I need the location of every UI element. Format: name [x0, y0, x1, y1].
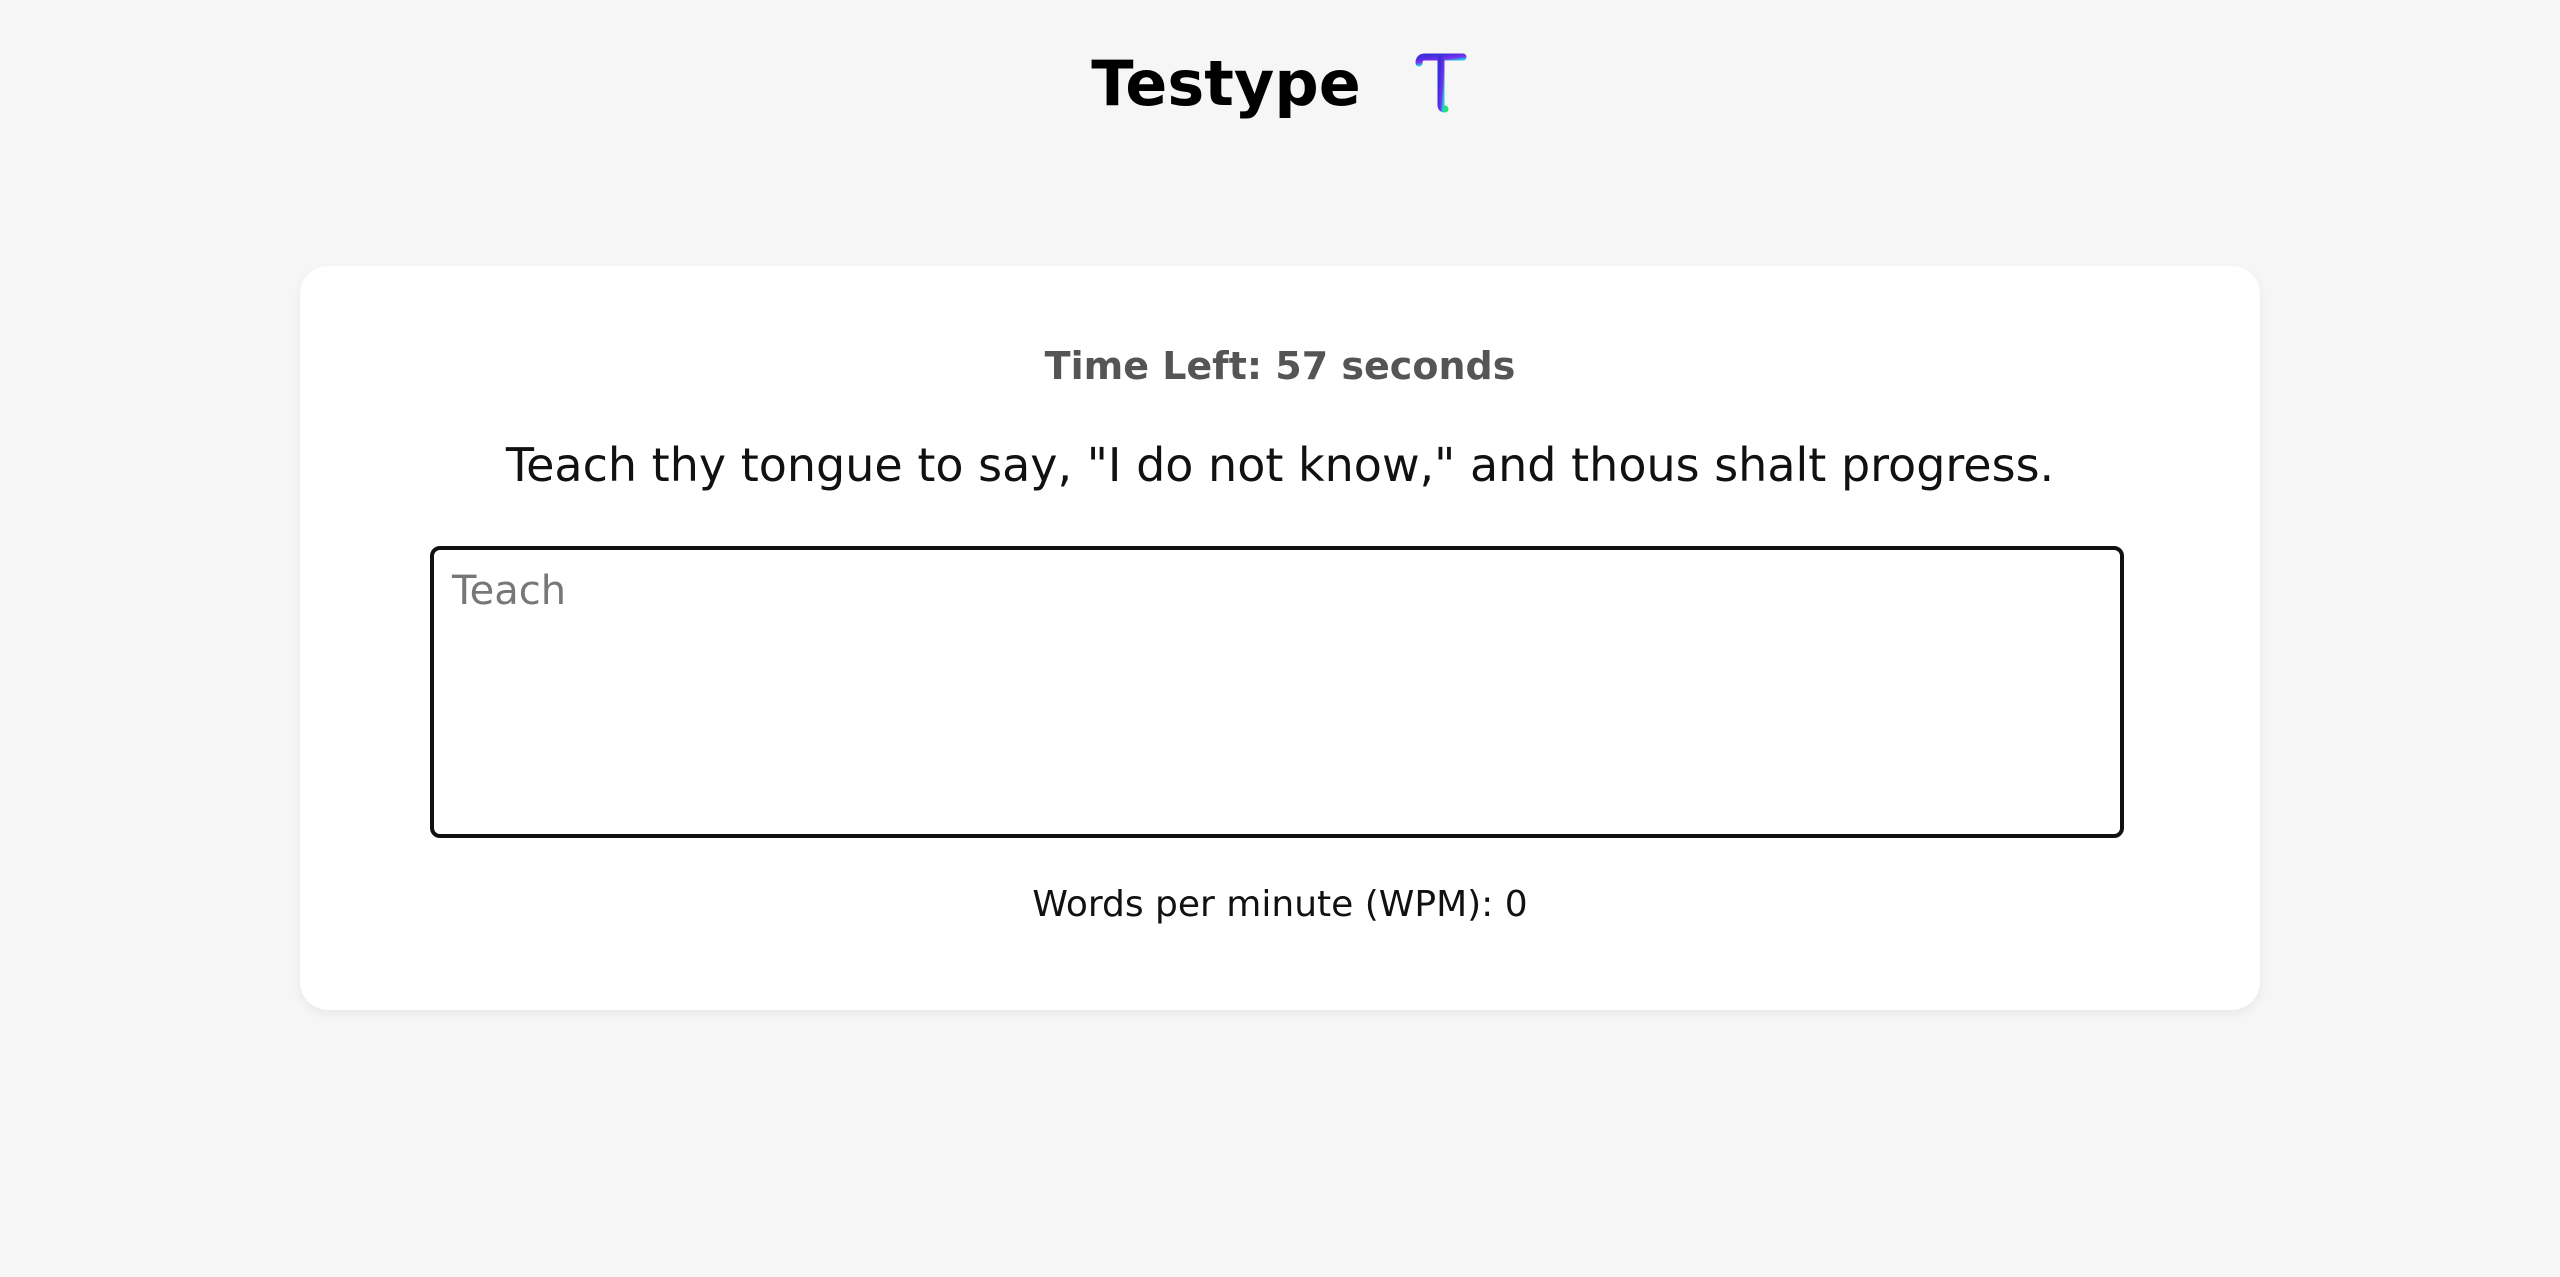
typing-input[interactable]: Teach	[430, 546, 2124, 838]
brand: Testype	[1091, 47, 1469, 120]
app-title: Testype	[1091, 46, 1361, 120]
header: Testype	[0, 38, 2560, 128]
typing-test-card: Time Left: 57 seconds Teach thy tongue t…	[300, 266, 2260, 1010]
wpm-readout: Words per minute (WPM): 0	[1032, 884, 1528, 925]
time-left-label: Time Left: 57 seconds	[1044, 344, 1516, 388]
quote-text: Teach thy tongue to say, "I do not know,…	[505, 438, 2055, 492]
t-gradient-logo-icon	[1415, 53, 1467, 113]
